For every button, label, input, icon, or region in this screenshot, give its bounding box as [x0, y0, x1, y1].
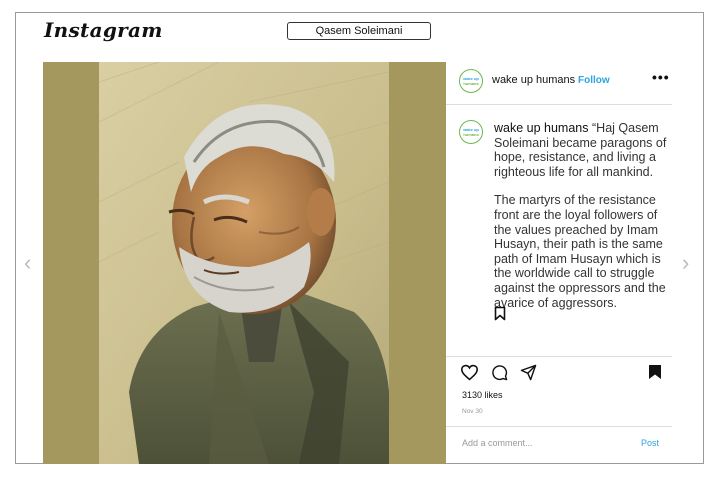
post-caption: wake up humans “Haj Qasem Soleimani beca…	[494, 121, 676, 310]
more-options-icon[interactable]: •••	[652, 69, 670, 85]
comment-bubble-icon[interactable]	[491, 364, 508, 381]
previous-post-chevron-icon[interactable]: ‹	[24, 250, 31, 276]
header-divider	[446, 104, 672, 105]
caption-avatar-text-line-2: humans	[463, 132, 479, 137]
share-send-icon[interactable]	[520, 364, 537, 381]
post-date: Nov 30	[462, 408, 483, 415]
caption-author-avatar[interactable]: wake up humans	[459, 120, 483, 144]
avatar-text-line-2: humans	[463, 81, 479, 86]
save-bookmark-filled-icon[interactable]	[648, 364, 662, 380]
actions-divider	[446, 356, 672, 357]
post-comment-button[interactable]: Post	[641, 438, 659, 448]
comment-divider	[446, 426, 672, 427]
caption-username[interactable]: wake up humans	[494, 121, 589, 135]
post-details-panel: wake up humans wake up humans Follow •••…	[446, 62, 704, 464]
instagram-logo[interactable]: Instagram	[44, 18, 163, 42]
like-heart-icon[interactable]	[460, 364, 479, 381]
likes-count[interactable]: 3130 likes	[462, 390, 503, 400]
follow-button[interactable]: Follow	[578, 75, 610, 86]
add-comment-input[interactable]: Add a comment...	[462, 438, 533, 448]
post-image	[43, 62, 446, 464]
caption-paragraph-2: The martyrs of the resistance front are …	[494, 193, 666, 310]
author-avatar[interactable]: wake up humans	[459, 69, 483, 93]
author-username[interactable]: wake up humans	[492, 74, 575, 86]
search-input[interactable]: Qasem Soleimani	[287, 22, 431, 40]
portrait-artwork	[99, 62, 389, 464]
caption-bookmark-icon[interactable]	[494, 306, 506, 321]
